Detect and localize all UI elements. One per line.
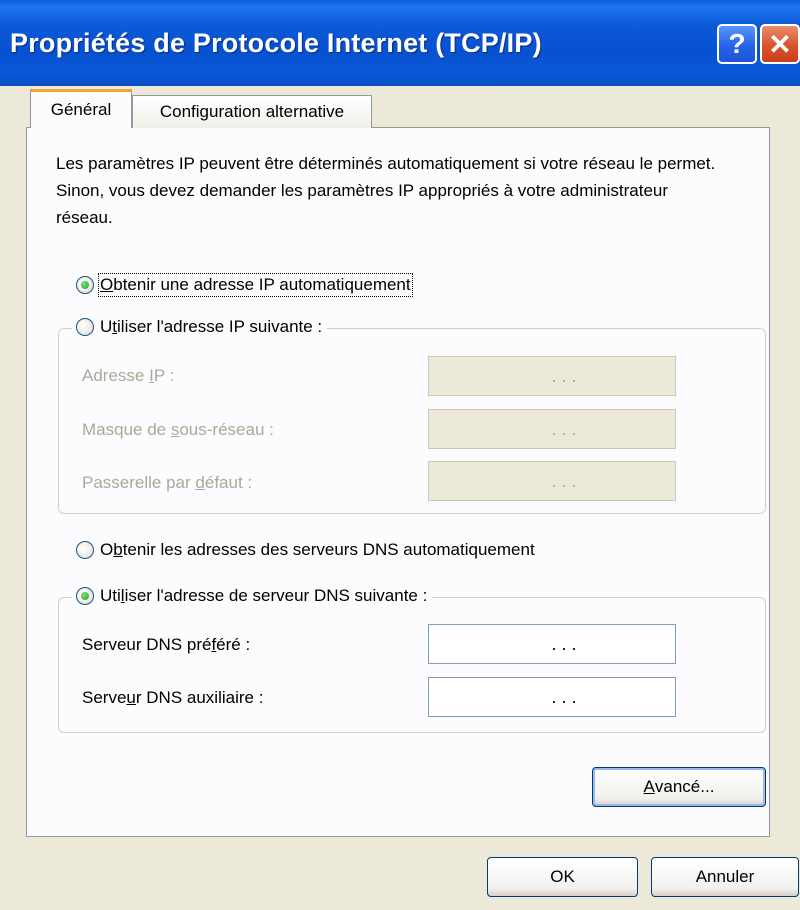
cancel-button[interactable]: Annuler — [651, 857, 799, 897]
dns-manual-label[interactable]: Utiliser l'adresse de serveur DNS suivan… — [100, 586, 427, 606]
dns-auto-label[interactable]: Obtenir les adresses des serveurs DNS au… — [100, 540, 535, 560]
dns-manual-radio-row[interactable]: Utiliser l'adresse de serveur DNS suivan… — [72, 586, 433, 606]
title-bar: Propriétés de Protocole Internet (TCP/IP… — [0, 0, 800, 86]
default-gateway-input: . . . — [428, 461, 676, 501]
preferred-dns-label: Serveur DNS préféré : — [82, 635, 251, 654]
subnet-mask-input: . . . — [428, 409, 676, 449]
alternate-dns-label: Serveur DNS auxiliaire : — [82, 688, 264, 707]
close-icon: ✕ — [768, 28, 792, 60]
description-text: Les paramètres IP peuvent être déterminé… — [56, 154, 716, 227]
advanced-button[interactable]: Avancé... — [592, 767, 766, 807]
tab-alternative-configuration[interactable]: Configuration alternative — [132, 95, 372, 128]
subnet-mask-label: Masque de sous-réseau : — [82, 420, 274, 439]
ip-address-input: . . . — [428, 356, 676, 396]
default-gateway-label: Passerelle par défaut : — [82, 473, 253, 492]
ip-address-label: Adresse IP : — [82, 366, 175, 385]
ip-manual-radio-row[interactable]: Utiliser l'adresse IP suivante : — [72, 317, 328, 337]
close-button[interactable]: ✕ — [760, 24, 800, 64]
ok-button[interactable]: OK — [487, 857, 638, 897]
ip-manual-label[interactable]: Utiliser l'adresse IP suivante : — [100, 317, 322, 337]
dns-manual-radio[interactable] — [76, 587, 94, 605]
dns-auto-radio[interactable] — [76, 541, 94, 559]
ip-auto-radio[interactable] — [76, 276, 94, 294]
alternate-dns-input[interactable]: . . . — [428, 677, 676, 717]
tab-general-label: Général — [50, 100, 112, 119]
ip-manual-radio[interactable] — [76, 318, 94, 336]
ip-auto-radio-row[interactable]: Obtenir une adresse IP automatiquement — [76, 273, 413, 297]
dns-auto-radio-row[interactable]: Obtenir les adresses des serveurs DNS au… — [76, 540, 535, 560]
preferred-dns-input[interactable]: . . . — [428, 624, 676, 664]
help-button[interactable]: ? — [717, 24, 757, 64]
window-title: Propriétés de Protocole Internet (TCP/IP… — [10, 28, 542, 58]
ip-auto-label[interactable]: Obtenir une adresse IP automatiquement — [98, 273, 413, 297]
tab-alternative-label: Configuration alternative — [159, 102, 345, 121]
help-icon: ? — [728, 28, 746, 59]
tab-general[interactable]: Général — [30, 89, 132, 128]
